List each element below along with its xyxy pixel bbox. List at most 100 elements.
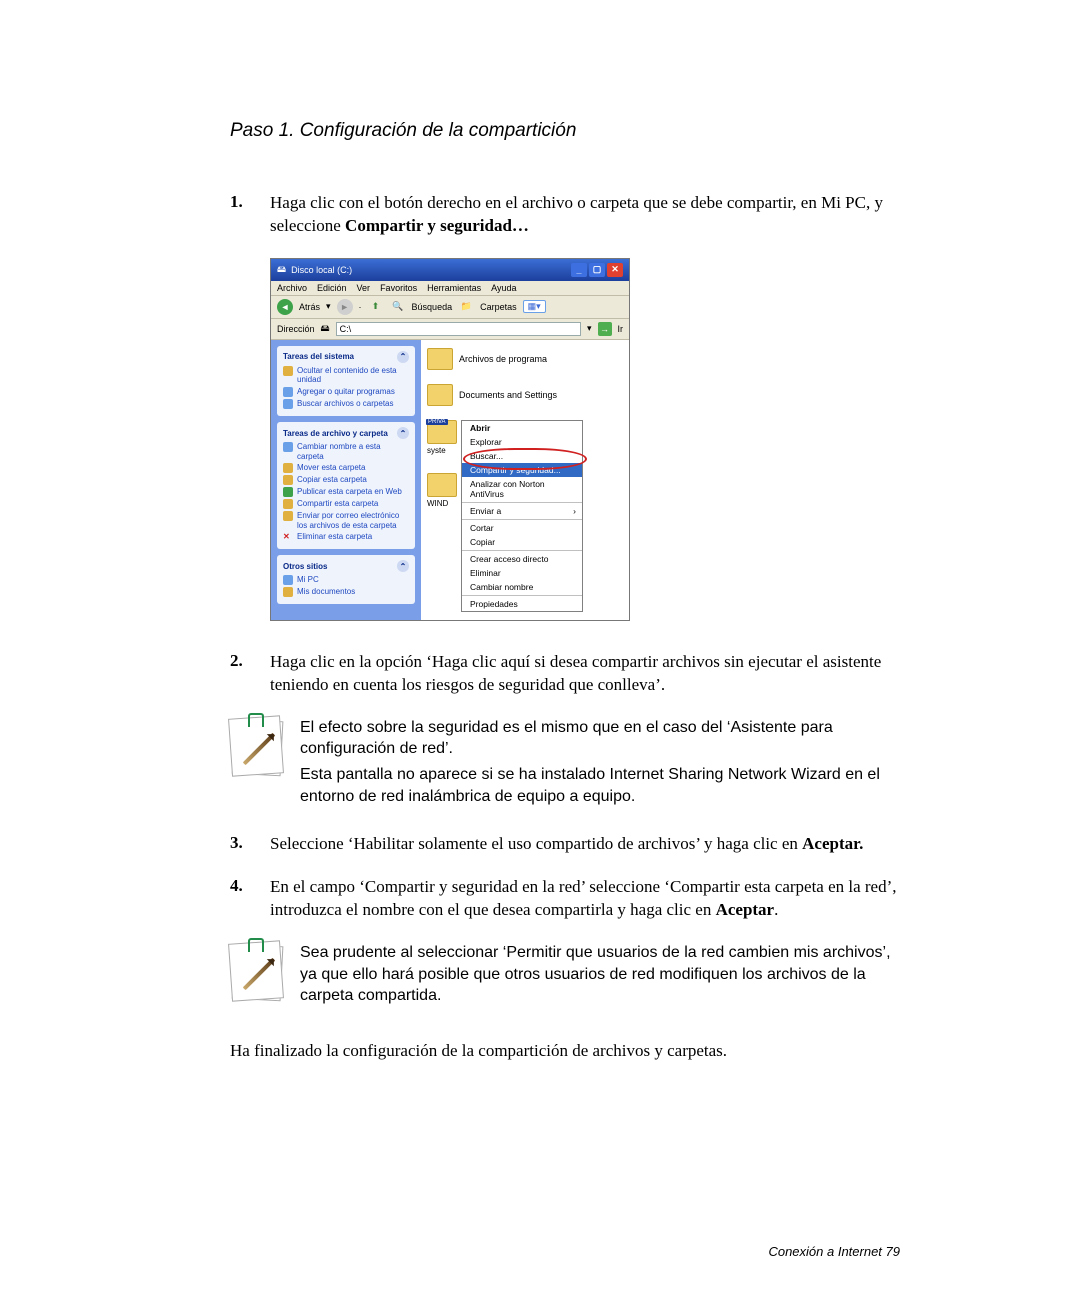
task-label: Cambiar nombre a esta carpeta (297, 442, 409, 461)
close-icon[interactable]: ✕ (607, 263, 623, 277)
folder-item[interactable]: Documents and Settings (427, 384, 623, 406)
context-menu: AbrirExplorarBuscar...Compartir y seguri… (461, 420, 583, 612)
note-text: El efecto sobre la seguridad es el mismo… (300, 717, 900, 807)
task-link[interactable]: Buscar archivos o carpetas (283, 399, 409, 409)
task-label: Mi PC (297, 575, 319, 585)
ctx-item[interactable]: Copiar (462, 535, 582, 549)
ctx-item[interactable]: Cambiar nombre (462, 580, 582, 594)
menu-item[interactable]: Edición (317, 283, 347, 293)
step-number: 1. (230, 192, 270, 212)
screenshot-window: 🖴 Disco local (C:) _ ▢ ✕ Archivo Edición… (270, 258, 630, 621)
back-icon[interactable]: ◄ (277, 299, 293, 315)
ctx-item[interactable]: Propiedades (462, 597, 582, 611)
folder-contents: Archivos de programa Documents and Setti… (421, 340, 629, 620)
step-3: 3. Seleccione ‘Habilitar solamente el us… (230, 833, 900, 856)
task-label: Eliminar esta carpeta (297, 532, 372, 542)
task-link[interactable]: Publicar esta carpeta en Web (283, 487, 409, 497)
ctx-item[interactable]: Cortar (462, 521, 582, 535)
go-button[interactable]: → (598, 322, 612, 336)
selected-folder-icon[interactable]: PRIVA (427, 420, 457, 444)
folder-icon (427, 384, 453, 406)
task-link[interactable]: Enviar por correo electrónico los archiv… (283, 511, 409, 530)
step-text: Seleccione ‘Habilitar solamente el uso c… (270, 833, 900, 856)
delete-icon: ✕ (283, 532, 293, 542)
tasks-pane: Tareas del sistema⌃ Ocultar el contenido… (271, 340, 421, 620)
note-paragraph: Esta pantalla no aparece si se ha instal… (300, 764, 900, 807)
task-link[interactable]: Agregar o quitar programas (283, 387, 409, 397)
menu-item[interactable]: Ayuda (491, 283, 516, 293)
drive-icon: 🖴 (277, 262, 286, 278)
views-icon[interactable]: ▦▾ (523, 300, 546, 313)
text-fragment: . (774, 900, 778, 919)
text-bold: Aceptar (716, 900, 775, 919)
share-icon (283, 499, 293, 509)
menu-item[interactable]: Favoritos (380, 283, 417, 293)
task-link[interactable]: Compartir esta carpeta (283, 499, 409, 509)
task-label: Mis documentos (297, 587, 355, 597)
panel-folder-tasks: Tareas de archivo y carpeta⌃ Cambiar nom… (277, 422, 415, 549)
forward-icon[interactable]: ► (337, 299, 353, 315)
address-input[interactable] (336, 322, 581, 336)
step-2: 2. Haga clic en la opción ‘Haga clic aqu… (230, 651, 900, 697)
ctx-item[interactable]: Eliminar (462, 566, 582, 580)
publish-icon (283, 487, 293, 497)
dropdown-icon[interactable]: ▾ (326, 301, 331, 312)
task-label: Compartir esta carpeta (297, 499, 378, 509)
note-paragraph: El efecto sobre la seguridad es el mismo… (300, 717, 900, 760)
task-label: Buscar archivos o carpetas (297, 399, 394, 409)
task-label: Agregar o quitar programas (297, 387, 395, 397)
task-link[interactable]: Cambiar nombre a esta carpeta (283, 442, 409, 461)
minimize-icon[interactable]: _ (571, 263, 587, 277)
panel-title: Otros sitios (283, 562, 327, 571)
mydocs-icon (283, 587, 293, 597)
address-dropdown-icon[interactable]: ▾ (587, 323, 592, 334)
collapse-icon[interactable]: ⌃ (397, 560, 409, 572)
drive-small-icon: 🖴 (321, 321, 330, 337)
menu-item[interactable]: Herramientas (427, 283, 481, 293)
search-icon[interactable]: 🔍 (390, 299, 406, 315)
selected-folder-label: syste (427, 446, 457, 455)
folder-icon[interactable] (427, 473, 457, 497)
folders-label[interactable]: Carpetas (480, 302, 517, 312)
maximize-icon[interactable]: ▢ (589, 263, 605, 277)
up-icon[interactable]: ⬆ (368, 299, 384, 315)
memo-icon (230, 717, 282, 775)
ctx-item[interactable]: Buscar... (462, 449, 582, 463)
folder-icon (427, 348, 453, 370)
folders-icon[interactable]: 📁 (458, 299, 474, 315)
task-link[interactable]: Mis documentos (283, 587, 409, 597)
note-box: El efecto sobre la seguridad es el mismo… (230, 717, 900, 807)
back-label[interactable]: Atrás (299, 302, 320, 312)
step-text: Haga clic con el botón derecho en el arc… (270, 192, 900, 238)
task-label: Copiar esta carpeta (297, 475, 367, 485)
go-label[interactable]: Ir (618, 324, 624, 334)
menu-item[interactable]: Ver (357, 283, 371, 293)
search-label[interactable]: Búsqueda (412, 302, 453, 312)
text-bold: Compartir y seguridad… (345, 216, 529, 235)
ctx-item[interactable]: Enviar a (462, 504, 582, 518)
collapse-icon[interactable]: ⌃ (397, 427, 409, 439)
task-link[interactable]: ✕ Eliminar esta carpeta (283, 532, 409, 542)
task-link[interactable]: Mi PC (283, 575, 409, 585)
ctx-item[interactable]: Abrir (462, 421, 582, 435)
task-link[interactable]: Mover esta carpeta (283, 463, 409, 473)
ctx-item[interactable]: Compartir y seguridad... (462, 463, 582, 477)
step-1: 1. Haga clic con el botón derecho en el … (230, 192, 900, 238)
folder-item[interactable]: Archivos de programa (427, 348, 623, 370)
task-link[interactable]: Copiar esta carpeta (283, 475, 409, 485)
ctx-item[interactable]: Crear acceso directo (462, 552, 582, 566)
closing-text: Ha finalizado la configuración de la com… (230, 1041, 900, 1061)
copy-icon (283, 475, 293, 485)
memo-icon (230, 942, 282, 1000)
ctx-item[interactable]: Analizar con Norton AntiVirus (462, 477, 582, 501)
step-number: 4. (230, 876, 270, 896)
collapse-icon[interactable]: ⌃ (397, 351, 409, 363)
folder-label: Documents and Settings (459, 390, 557, 400)
task-link[interactable]: Ocultar el contenido de esta unidad (283, 366, 409, 385)
menubar: Archivo Edición Ver Favoritos Herramient… (271, 281, 629, 296)
step-4: 4. En el campo ‘Compartir y seguridad en… (230, 876, 900, 922)
ctx-item[interactable]: Explorar (462, 435, 582, 449)
rename-icon (283, 442, 293, 452)
menu-item[interactable]: Archivo (277, 283, 307, 293)
toolbar: ◄ Atrás ▾ ► · ⬆ 🔍 Búsqueda 📁 Carpetas ▦▾ (271, 296, 629, 319)
